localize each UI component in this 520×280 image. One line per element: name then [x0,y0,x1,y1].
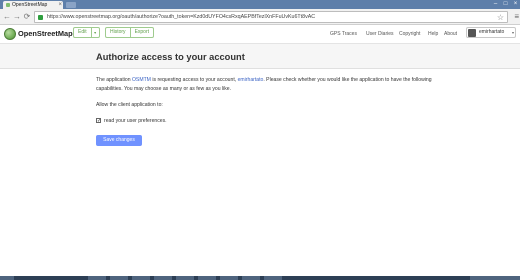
user-name: emirhartato [479,29,505,35]
taskbar-app[interactable] [132,276,150,280]
taskbar-app[interactable] [110,276,128,280]
taskbar-app[interactable] [198,276,216,280]
avatar [468,29,476,37]
lock-icon [38,15,43,20]
close-window-icon[interactable]: × [511,0,520,8]
nav-user-diaries[interactable]: User Diaries [366,30,394,38]
address-bar[interactable]: https://www.openstreetmap.org/oauth/auth… [34,11,508,23]
nav-copyright[interactable]: Copyright [399,30,420,38]
minimize-icon[interactable]: – [491,0,500,8]
osm-favicon-icon [6,3,10,7]
os-taskbar [0,276,520,280]
start-button[interactable] [0,276,14,280]
url-text[interactable]: https://www.openstreetmap.org/oauth/auth… [47,12,315,23]
authorization-description: The application OSMTM is requesting acce… [96,76,436,94]
nav-gps-traces[interactable]: GPS Traces [330,30,357,38]
taskbar-app[interactable] [220,276,238,280]
history-button[interactable]: History [105,27,131,38]
nav-about[interactable]: About [444,30,457,38]
nav-help[interactable]: Help [428,30,438,38]
site-header: OpenStreetMap Edit ▾ History Export GPS … [0,26,520,44]
export-button[interactable]: Export [130,27,155,38]
browser-toolbar: ← → ⟳ https://www.openstreetmap.org/oaut… [0,9,520,25]
description-text: is requesting access to your account, [150,77,238,83]
tab-close-icon[interactable]: × [58,1,62,9]
taskbar-app[interactable] [176,276,194,280]
browser-tab[interactable]: OpenStreetMap × [3,1,63,9]
taskbar-app[interactable] [88,276,106,280]
read-preferences-label[interactable]: read your user preferences. [104,117,167,125]
user-dropdown-caret-icon: ▾ [511,30,514,35]
bookmark-star-icon[interactable]: ☆ [497,12,504,23]
forward-icon[interactable]: → [12,12,22,22]
user-menu-button[interactable]: emirhartato ▾ [466,27,516,38]
history-export-group: History Export [105,27,155,38]
save-changes-button[interactable]: Save changes [96,135,142,146]
osm-logo-icon[interactable] [4,28,16,40]
user-profile-link[interactable]: emirhartato [238,77,264,83]
back-icon[interactable]: ← [2,12,12,22]
system-tray[interactable] [470,276,520,280]
allow-client-text: Allow the client application to: [96,102,163,108]
title-band: Authorize access to your account [0,44,520,69]
page-title: Authorize access to your account [96,52,245,62]
read-preferences-checkbox[interactable]: ✓ [96,118,101,124]
taskbar-app[interactable] [264,276,282,280]
taskbar-app[interactable] [242,276,260,280]
tab-title: OpenStreetMap [12,2,48,8]
taskbar-app[interactable] [154,276,172,280]
maximize-icon[interactable]: □ [501,0,510,8]
edit-button[interactable]: Edit [73,27,92,38]
description-text: The application [96,77,132,83]
browser-tab-strip: OpenStreetMap × – □ × [0,0,520,9]
edit-button-group: Edit ▾ [73,27,100,38]
app-name-link[interactable]: OSMTM [132,77,151,83]
site-logo-text[interactable]: OpenStreetMap [18,29,73,39]
browser-menu-icon[interactable]: ≡ [514,12,519,22]
new-tab-button[interactable] [66,2,76,8]
reload-icon[interactable]: ⟳ [22,12,32,22]
edit-dropdown-caret-icon[interactable]: ▾ [91,27,100,38]
